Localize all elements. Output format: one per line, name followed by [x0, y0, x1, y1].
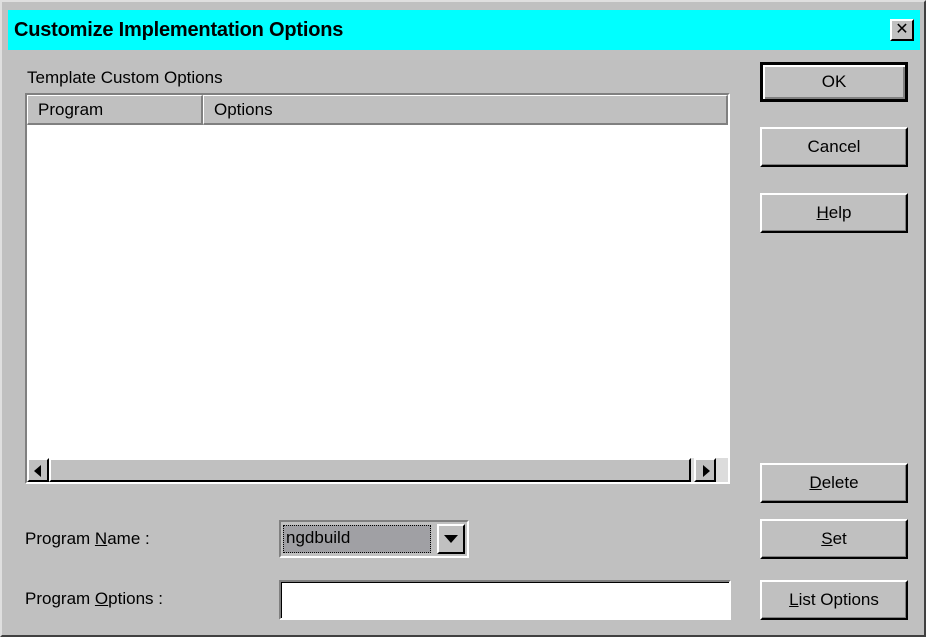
ok-button[interactable]: OK: [760, 62, 908, 102]
horizontal-scrollbar[interactable]: [27, 458, 728, 482]
scroll-left-button[interactable]: [27, 458, 49, 482]
chevron-down-icon: [444, 535, 458, 543]
set-button[interactable]: Set: [760, 519, 908, 559]
scrollbar-thumb[interactable]: [49, 458, 691, 482]
program-name-combobox[interactable]: ngdbuild: [279, 520, 469, 558]
scroll-right-button[interactable]: [694, 458, 716, 482]
list-header: Program Options: [27, 95, 728, 125]
cancel-button[interactable]: Cancel: [760, 127, 908, 167]
program-options-label: Program Options :: [25, 589, 163, 608]
template-options-list[interactable]: Program Options: [25, 93, 730, 484]
customize-implementation-options-dialog: Customize Implementation Options ✕ Templ…: [0, 0, 926, 637]
right-arrow-icon: [703, 465, 710, 477]
left-arrow-icon: [34, 465, 41, 477]
close-button[interactable]: ✕: [890, 19, 914, 41]
program-name-label: Program Name :: [25, 529, 150, 548]
program-options-input[interactable]: [279, 580, 731, 620]
column-header-options[interactable]: Options: [203, 95, 728, 125]
help-button[interactable]: Help: [760, 193, 908, 233]
template-custom-options-label: Template Custom Options: [27, 68, 223, 87]
list-options-button[interactable]: List Options: [760, 580, 908, 620]
program-name-value[interactable]: ngdbuild: [283, 525, 431, 553]
window-title: Customize Implementation Options: [14, 19, 344, 41]
delete-button[interactable]: Delete: [760, 463, 908, 503]
dropdown-button[interactable]: [437, 524, 465, 554]
column-header-program[interactable]: Program: [27, 95, 203, 125]
close-icon: ✕: [895, 21, 909, 38]
title-bar: Customize Implementation Options ✕: [8, 10, 920, 50]
